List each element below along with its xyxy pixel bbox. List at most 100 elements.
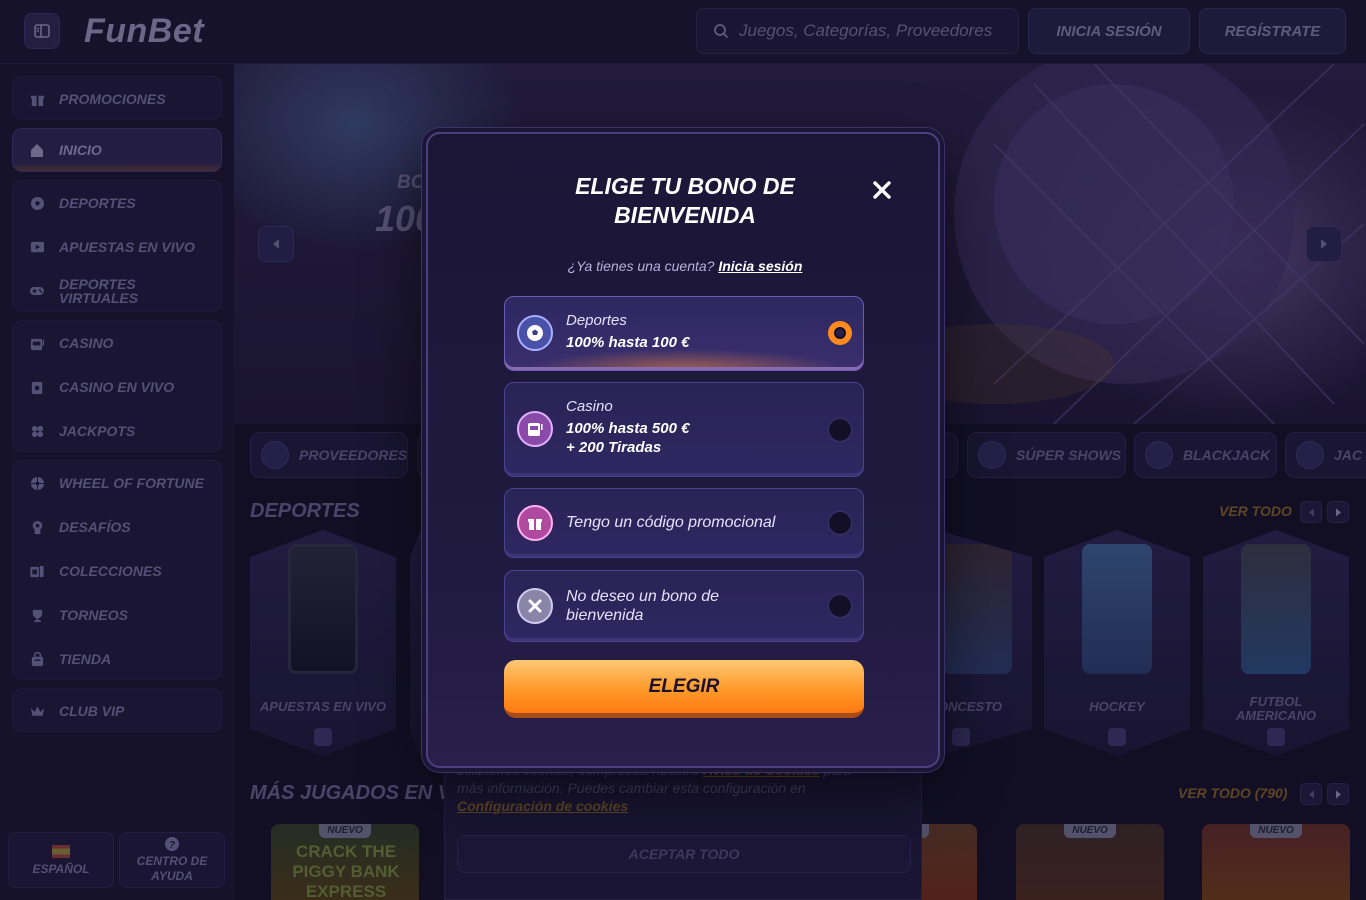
sidebar-item-casino-en-vivo[interactable]: CASINO EN VIVO [13, 365, 223, 409]
medal-icon [29, 519, 45, 535]
option-label: Casino [566, 398, 613, 415]
help-icon: ? [165, 837, 179, 851]
game-thumbnail[interactable]: NUEVO [1202, 824, 1350, 900]
login-button[interactable]: INICIA SESIÓN [1028, 8, 1190, 54]
login-link[interactable]: Inicia sesión [718, 258, 802, 274]
soccer-ball-icon [517, 315, 553, 351]
welcome-bonus-modal: ELIGE TU BONO DE BIENVENIDA ¿Ya tienes u… [426, 132, 940, 768]
most-played-prev-button[interactable] [1300, 783, 1322, 805]
sports-view-all-link[interactable]: VER TODO [1219, 503, 1292, 519]
sidebar-item-desafios[interactable]: DESAFÍOS [13, 505, 223, 549]
phone-image [288, 544, 358, 674]
hero-next-button[interactable] [1306, 226, 1342, 262]
cookie-text: utilizamos cookies, comprueba nuestro Av… [457, 762, 852, 814]
jackpot-icon [1296, 441, 1324, 469]
football-player-image [1241, 544, 1311, 674]
most-played-view-all-link[interactable]: VER TODO (790) [1178, 785, 1287, 801]
sidebar-item-tienda[interactable]: TIENDA [13, 637, 223, 681]
bonus-option-casino[interactable]: Casino 100% hasta 500 € + 200 Tiradas [504, 382, 864, 477]
game-thumbnail[interactable]: NUEVO CRACK THE PIGGY BANK EXPRESS [271, 824, 419, 900]
category-label: SÚPER SHOWS [1016, 447, 1122, 463]
sidebar-item-club-vip[interactable]: CLUB VIP [13, 689, 223, 733]
sidebar: PROMOCIONES INICIO DEPORTES APUESTAS EN … [0, 64, 234, 900]
sidebar-group-vip: CLUB VIP [12, 688, 222, 732]
gift-icon [517, 505, 553, 541]
language-label: ESPAÑOL [32, 861, 90, 876]
wheel-icon [29, 475, 45, 491]
sidebar-item-casino[interactable]: CASINO [13, 321, 223, 365]
sidebar-item-label: INICIO [59, 142, 102, 158]
sidebar-item-label: CLUB VIP [59, 703, 125, 719]
sidebar-item-label: CASINO EN VIVO [59, 379, 175, 395]
sidebar-item-jackpots[interactable]: JACKPOTS [13, 409, 223, 453]
radio-unselected[interactable] [828, 511, 852, 535]
bonus-option-no-bonus[interactable]: No deseo un bono de bienvenida [504, 570, 864, 642]
chevron-right-icon [1335, 790, 1341, 798]
sidebar-item-deportes-virtuales[interactable]: DEPORTES VIRTUALES [13, 269, 223, 313]
funbet-logo[interactable]: FunBet [84, 12, 204, 51]
providers-icon [261, 441, 289, 469]
chevron-left-icon [1308, 790, 1314, 798]
sidebar-group-casino: CASINO CASINO EN VIVO JACKPOTS [12, 320, 222, 452]
cookie-settings-link[interactable]: Configuración de cookies [457, 798, 628, 814]
choose-bonus-button[interactable]: ELEGIR [504, 660, 864, 718]
language-selector[interactable]: ESPAÑOL [8, 832, 114, 888]
sidebar-item-wheel-of-fortune[interactable]: WHEEL OF FORTUNE [13, 461, 223, 505]
play-icon [314, 728, 332, 746]
sidebar-item-torneos[interactable]: TORNEOS [13, 593, 223, 637]
search-bar[interactable] [696, 8, 1019, 54]
option-value: 100% hasta 500 € [566, 420, 690, 437]
game-title: CRACK THE PIGGY BANK EXPRESS [292, 842, 400, 900]
bonus-option-promo-code[interactable]: Tengo un código promocional [504, 488, 864, 558]
sidebar-toggle-button[interactable] [24, 13, 60, 49]
game-thumbnail[interactable]: NUEVO [1016, 824, 1164, 900]
login-prompt-text: ¿Ya tienes una cuenta? [567, 258, 715, 274]
modal-title: ELIGE TU BONO DE BIENVENIDA [575, 173, 795, 228]
sport-card-hockey[interactable]: HOCKEY [1044, 530, 1190, 756]
trophy-icon [29, 607, 45, 623]
soccer-ball-icon [29, 195, 45, 211]
close-button[interactable] [868, 176, 896, 204]
category-chip-super-shows[interactable]: SÚPER SHOWS [967, 432, 1126, 478]
home-icon [29, 142, 45, 158]
search-input[interactable] [739, 21, 999, 41]
sidebar-group-promos: PROMOCIONES [12, 76, 222, 120]
sidebar-item-promociones[interactable]: PROMOCIONES [13, 77, 223, 121]
radio-unselected[interactable] [828, 418, 852, 442]
basketball-icon [952, 728, 970, 746]
sports-prev-button[interactable] [1300, 501, 1322, 523]
hero-prev-button[interactable] [258, 226, 294, 262]
sport-card-label: ONCESTO [938, 699, 1003, 714]
sidebar-item-label: WHEEL OF FORTUNE [59, 475, 204, 491]
chevron-right-icon [1335, 508, 1341, 516]
chevron-right-icon [1321, 239, 1327, 249]
help-center-button[interactable]: ? CENTRO DE AYUDA [119, 832, 225, 888]
bonus-option-deportes[interactable]: Deportes 100% hasta 100 € [504, 296, 864, 371]
sidebar-item-deportes[interactable]: DEPORTES [13, 181, 223, 225]
sidebar-item-label-2: VIRTUALES [59, 290, 139, 306]
sport-card-baloncesto[interactable]: ONCESTO [936, 530, 1032, 756]
category-label: PROVEEDORES [299, 447, 408, 463]
sports-next-button[interactable] [1327, 501, 1349, 523]
accept-all-cookies-button[interactable]: ACEPTAR TODO [457, 835, 911, 873]
sidebar-item-label: JACKPOTS [59, 423, 136, 439]
sport-card-futbol-americano[interactable]: FUTBOL AMERICANO [1203, 530, 1349, 756]
crown-icon [29, 703, 45, 719]
shop-icon [29, 651, 45, 667]
option-label-2: bienvenida [566, 607, 644, 624]
category-chip-proveedores[interactable]: PROVEEDORES [250, 432, 408, 478]
sidebar-item-label: DESAFÍOS [59, 519, 131, 535]
sidebar-item-apuestas-en-vivo[interactable]: APUESTAS EN VIVO [13, 225, 223, 269]
category-chip-jackpots[interactable]: JAC [1285, 432, 1366, 478]
clover-icon [29, 423, 45, 439]
sidebar-item-colecciones[interactable]: COLECCIONES [13, 549, 223, 593]
hero-subtitle: BO [397, 172, 426, 193]
category-chip-blackjack[interactable]: BLACKJACK [1134, 432, 1277, 478]
register-button[interactable]: REGÍSTRATE [1199, 8, 1346, 54]
option-value-extra: + 200 Tiradas [566, 439, 662, 456]
most-played-next-button[interactable] [1327, 783, 1349, 805]
radio-unselected[interactable] [828, 594, 852, 618]
sport-card-apuestas-en-vivo[interactable]: APUESTAS EN VIVO [250, 530, 396, 756]
radio-selected[interactable] [828, 321, 852, 345]
sidebar-item-inicio[interactable]: INICIO [12, 128, 222, 172]
